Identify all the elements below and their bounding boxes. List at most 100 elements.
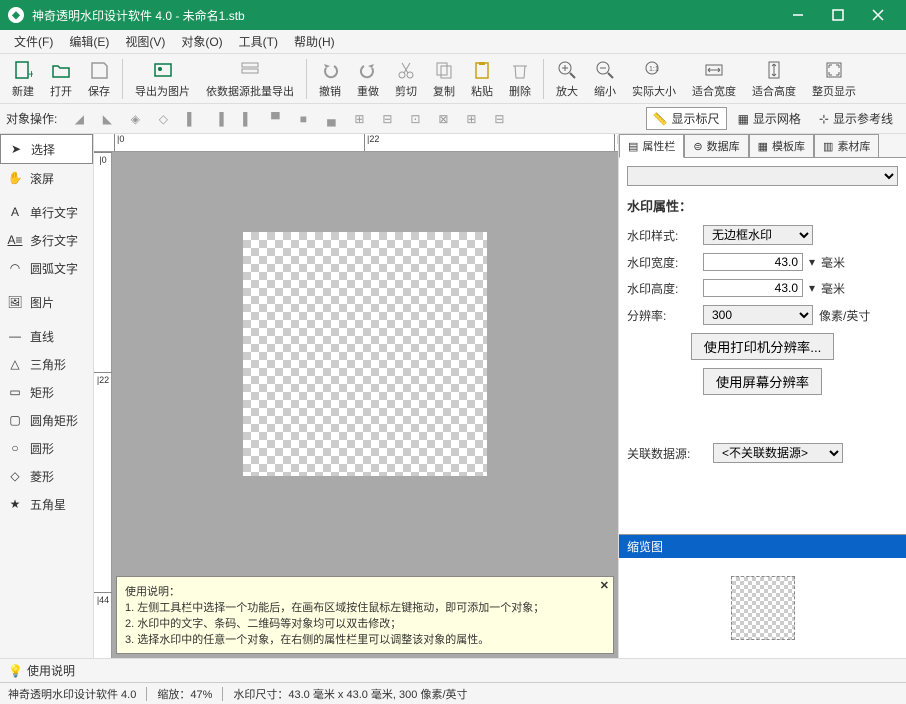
redo-button[interactable]: 重做 — [349, 56, 387, 102]
export-batch-button[interactable]: 依数据源批量导出 — [198, 56, 302, 102]
menu-object[interactable]: 对象(O) — [173, 30, 230, 53]
canvas-area: |0 |22 |44 |0 |22 |44 ✕ 使用说明： 1. 左侧工具栏中选… — [94, 134, 618, 658]
minimize-button[interactable] — [788, 5, 808, 25]
right-panel: ▤属性栏 ⊜数据库 ▦模板库 ▥素材库 水印属性： 水印样式: 无边框水印 水印… — [618, 134, 906, 658]
spin-icon[interactable]: ▾ — [809, 281, 815, 295]
help-close-button[interactable]: ✕ — [600, 579, 609, 592]
canvas[interactable]: ✕ 使用说明： 1. 左侧工具栏中选择一个功能后，在画布区域按住鼠标左键拖动，即… — [112, 152, 618, 658]
tab-database[interactable]: ⊜数据库 — [684, 134, 748, 158]
align-top-icon[interactable]: ▀ — [263, 107, 287, 131]
watermark-canvas[interactable] — [243, 232, 487, 476]
roundrect-tool[interactable]: ▢圆角矩形 — [0, 406, 93, 434]
align-middle-icon[interactable]: ■ — [291, 107, 315, 131]
triangle-tool[interactable]: △三角形 — [0, 350, 93, 378]
layer-bottom-icon[interactable]: ◇ — [151, 107, 175, 131]
vertical-ruler: |0 |22 |44 — [94, 152, 112, 658]
fit-page-button[interactable]: 整页显示 — [804, 56, 864, 102]
fit-width-icon — [703, 59, 725, 81]
tab-assets[interactable]: ▥素材库 — [814, 134, 879, 158]
cut-button[interactable]: 剪切 — [387, 56, 425, 102]
horizontal-ruler: |0 |22 |44 — [94, 134, 618, 152]
width-input[interactable] — [703, 253, 803, 271]
show-ruler-toggle[interactable]: 📏显示标尺 — [646, 107, 727, 130]
paste-button[interactable]: 粘贴 — [463, 56, 501, 102]
image-icon: 🖼 — [6, 293, 24, 311]
preview-section: 缩览图 — [619, 534, 906, 658]
zoom-in-button[interactable]: 放大 — [548, 56, 586, 102]
width-label: 水印宽度: — [627, 254, 697, 271]
help-button[interactable]: 💡 使用说明 — [0, 660, 83, 681]
tab-templates[interactable]: ▦模板库 — [749, 134, 814, 158]
maximize-button[interactable] — [828, 5, 848, 25]
help-line-1: 1. 左侧工具栏中选择一个功能后，在画布区域按住鼠标左键拖动，即可添加一个对象； — [125, 599, 605, 615]
rect-tool[interactable]: ▭矩形 — [0, 378, 93, 406]
align-bottom-icon[interactable]: ▄ — [319, 107, 343, 131]
undo-button[interactable]: 撤销 — [311, 56, 349, 102]
menu-file[interactable]: 文件(F) — [6, 30, 61, 53]
style-select[interactable]: 无边框水印 — [703, 225, 813, 245]
dist-h-icon[interactable]: ⊞ — [347, 107, 371, 131]
ellipse-tool[interactable]: ○圆形 — [0, 434, 93, 462]
same-width-icon[interactable]: ⊡ — [403, 107, 427, 131]
triangle-icon: △ — [6, 355, 24, 373]
menu-help[interactable]: 帮助(H) — [286, 30, 343, 53]
select-tool[interactable]: ➤选择 — [0, 134, 93, 164]
object-selector[interactable] — [627, 166, 898, 186]
spin-icon[interactable]: ▾ — [809, 255, 815, 269]
align-right-icon[interactable]: ▌ — [235, 107, 259, 131]
export-image-button[interactable]: 导出为图片 — [127, 56, 198, 102]
menu-edit[interactable]: 编辑(E) — [61, 30, 117, 53]
menu-view[interactable]: 视图(V) — [117, 30, 173, 53]
line-tool[interactable]: —直线 — [0, 322, 93, 350]
fit-width-button[interactable]: 适合宽度 — [684, 56, 744, 102]
delete-button[interactable]: 删除 — [501, 56, 539, 102]
copy-button[interactable]: 复制 — [425, 56, 463, 102]
link-select[interactable]: <不关联数据源> — [713, 443, 843, 463]
dist-v-icon[interactable]: ⊟ — [375, 107, 399, 131]
pan-tool[interactable]: ✋滚屏 — [0, 164, 93, 192]
height-input[interactable] — [703, 279, 803, 297]
star-tool[interactable]: ★五角星 — [0, 490, 93, 518]
screen-res-button[interactable]: 使用屏幕分辨率 — [703, 368, 822, 395]
assets-icon: ▥ — [823, 140, 833, 153]
align-left-icon[interactable]: ▌ — [179, 107, 203, 131]
single-text-tool[interactable]: A单行文字 — [0, 198, 93, 226]
window-title: 神奇透明水印设计软件 4.0 - 未命名1.stb — [32, 7, 788, 24]
res-select[interactable]: 300 — [703, 305, 813, 325]
show-guides-toggle[interactable]: ⊹显示参考线 — [812, 107, 900, 130]
same-height-icon[interactable]: ⊠ — [431, 107, 455, 131]
help-title: 使用说明： — [125, 583, 605, 599]
batch-icon — [239, 59, 261, 81]
close-button[interactable] — [868, 5, 888, 25]
link-label: 关联数据源: — [627, 445, 707, 462]
diamond-tool[interactable]: ◇菱形 — [0, 462, 93, 490]
open-button[interactable]: 打开 — [42, 56, 80, 102]
diamond-icon: ◇ — [6, 467, 24, 485]
layer-down-icon[interactable]: ◣ — [95, 107, 119, 131]
ungroup-icon[interactable]: ⊟ — [487, 107, 511, 131]
object-ops-label: 对象操作: — [6, 110, 57, 127]
arc-text-tool[interactable]: ◠圆弧文字 — [0, 254, 93, 282]
align-center-icon[interactable]: ▐ — [207, 107, 231, 131]
save-button[interactable]: 保存 — [80, 56, 118, 102]
actual-size-button[interactable]: 1:1实际大小 — [624, 56, 684, 102]
show-grid-toggle[interactable]: ▦显示网格 — [731, 107, 808, 130]
new-icon: + — [12, 59, 34, 81]
printer-res-button[interactable]: 使用打印机分辨率... — [691, 333, 835, 360]
tab-properties[interactable]: ▤属性栏 — [619, 134, 684, 158]
res-label: 分辨率: — [627, 307, 697, 324]
new-button[interactable]: +新建 — [4, 56, 42, 102]
svg-text:+: + — [28, 67, 33, 80]
props-icon: ▤ — [628, 140, 638, 153]
layer-up-icon[interactable]: ◢ — [67, 107, 91, 131]
group-icon[interactable]: ⊞ — [459, 107, 483, 131]
image-tool[interactable]: 🖼图片 — [0, 288, 93, 316]
zoom-out-button[interactable]: 缩小 — [586, 56, 624, 102]
layer-top-icon[interactable]: ◈ — [123, 107, 147, 131]
multi-text-tool[interactable]: A≡多行文字 — [0, 226, 93, 254]
menu-tools[interactable]: 工具(T) — [231, 30, 286, 53]
fit-height-button[interactable]: 适合高度 — [744, 56, 804, 102]
height-unit: 毫米 — [821, 280, 845, 297]
redo-icon — [357, 59, 379, 81]
left-tool-panel: ➤选择 ✋滚屏 A单行文字 A≡多行文字 ◠圆弧文字 🖼图片 —直线 △三角形 … — [0, 134, 94, 658]
